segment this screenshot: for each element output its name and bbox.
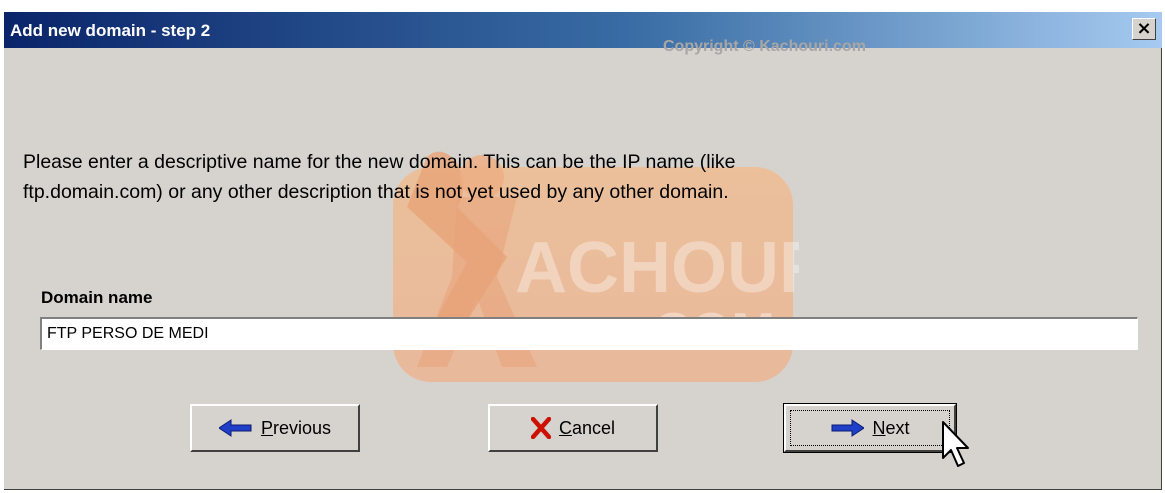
domain-name-label: Domain name — [41, 288, 153, 307]
mouse-cursor-icon — [942, 421, 969, 467]
previous-button[interactable]: Previous — [190, 404, 360, 452]
window-title: Add new domain - step 2 — [10, 21, 211, 40]
next-button[interactable]: Next — [783, 403, 957, 453]
arrow-left-icon — [218, 419, 253, 437]
cancel-button[interactable]: Cancel — [488, 404, 658, 452]
instructions-text: Please enter a descriptive name for the … — [23, 147, 1043, 207]
close-button[interactable]: × — [1132, 18, 1156, 40]
arrow-right-icon — [830, 419, 865, 437]
copyright-watermark: Copyright © Kachouri.com — [663, 38, 866, 55]
previous-mnemonic: P — [260, 417, 273, 438]
cancel-label: ancel — [571, 417, 616, 438]
previous-label: revious — [272, 417, 332, 438]
instructions-line-2: ftp.domain.com) or any other description… — [23, 181, 729, 203]
close-icon: × — [1136, 18, 1152, 39]
instructions-line-1: Please enter a descriptive name for the … — [23, 151, 736, 173]
title-bar[interactable]: Add new domain - step 2 Copyright © Kach… — [4, 12, 1162, 55]
next-mnemonic: N — [872, 417, 886, 438]
focus-rectangle — [790, 410, 950, 446]
next-label: ext — [885, 417, 910, 438]
cancel-mnemonic: C — [558, 417, 572, 438]
dialog-window: Add new domain - step 2 Copyright © Kach… — [4, 12, 1162, 490]
domain-name-input[interactable] — [40, 317, 1138, 350]
logo-main-text: ACHOURI — [515, 228, 799, 308]
red-x-icon — [530, 417, 551, 439]
